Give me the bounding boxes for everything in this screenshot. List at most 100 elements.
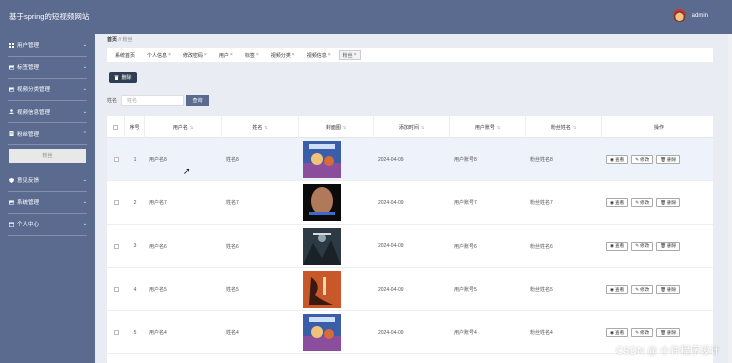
sort-icon[interactable]: ⇅: [497, 125, 500, 130]
sort-icon[interactable]: ⇅: [573, 125, 576, 130]
sort-icon[interactable]: ⇅: [421, 125, 424, 130]
tab-change-password[interactable]: 修改密码 ×: [179, 50, 211, 60]
submenu-item-fans[interactable]: 粉丝: [9, 148, 86, 163]
edit-button[interactable]: ✎ 修改: [631, 328, 654, 338]
sidebar-item-video-category[interactable]: 视频分类管理 ⌄: [0, 78, 95, 101]
view-button[interactable]: ◉ 查看: [606, 285, 629, 295]
cover-image[interactable]: [303, 141, 341, 179]
row-delete-button[interactable]: 🗑 删除: [656, 198, 681, 208]
table-row[interactable]: 2 用户名7 姓名7 2024-04-09 用户账号7 粉丝姓名7 ◉ 查看 ✎ 修改 🗑 删除: [107, 181, 713, 225]
close-icon[interactable]: ×: [354, 52, 357, 58]
view-button[interactable]: ◉ 查看: [606, 155, 629, 165]
close-icon[interactable]: ×: [204, 52, 207, 58]
delete-button[interactable]: 删除: [109, 72, 137, 83]
cover-image[interactable]: [303, 184, 341, 222]
table-row[interactable]: 1 用户名8 姓名8 2024-04-09 用户账号8 粉丝姓名8 ◉ 查看 ✎ 修改 🗑 删除: [107, 138, 713, 182]
tab-users[interactable]: 用户 ×: [215, 50, 237, 60]
row-index: 2: [133, 199, 137, 206]
row-index: 1: [133, 156, 137, 163]
view-button[interactable]: ◉ 查看: [606, 328, 629, 338]
tab-profile[interactable]: 个人信息 ×: [143, 50, 175, 60]
view-button[interactable]: ◉ 查看: [606, 241, 629, 251]
row-delete-button[interactable]: 🗑 删除: [656, 285, 681, 295]
row-checkbox[interactable]: [113, 243, 119, 249]
edit-label: 修改: [640, 199, 650, 205]
column-header: 序号: [125, 116, 145, 138]
row-checkbox[interactable]: [113, 157, 119, 163]
cell-fan-name: 粉丝姓名6: [530, 243, 553, 250]
row-index: 5: [133, 329, 137, 336]
row-delete-button[interactable]: 🗑 删除: [656, 241, 681, 251]
close-icon[interactable]: ×: [292, 52, 295, 58]
sort-icon[interactable]: ⇅: [343, 125, 346, 130]
close-icon[interactable]: ×: [256, 52, 259, 58]
row-checkbox[interactable]: [113, 200, 119, 206]
table-row[interactable]: 3 用户名6 姓名6 2024-04-09 用户账号6 粉丝姓名6 ◉ 查看 ✎ 修改 🗑 删除: [107, 225, 713, 268]
close-icon[interactable]: ×: [230, 52, 233, 58]
sidebar-item-profile[interactable]: 个人中心 ⌄: [0, 213, 95, 236]
sidebar-item-system[interactable]: 系统管理 ⌄: [0, 191, 95, 214]
row-checkbox[interactable]: [113, 330, 119, 336]
cover-image[interactable]: [303, 314, 341, 352]
sidebar-item-fans[interactable]: 粉丝管理 ⌃: [0, 123, 95, 146]
tab-system-home[interactable]: 系统首页: [111, 50, 139, 60]
row-checkbox[interactable]: [113, 287, 119, 293]
column-header[interactable]: 用户账号 ⇅: [450, 116, 526, 138]
view-button[interactable]: ◉ 查看: [606, 198, 629, 208]
row-delete-button[interactable]: 🗑 删除: [656, 328, 681, 338]
search-button[interactable]: 查询: [186, 95, 210, 106]
avatar[interactable]: [672, 9, 686, 22]
tab-video-category[interactable]: 视频分类 ×: [267, 50, 299, 60]
column-header[interactable]: 姓名 ⇅: [222, 116, 299, 138]
column-header-label: 姓名: [252, 124, 263, 131]
column-header[interactable]: 添加时间 ⇅: [374, 116, 450, 138]
close-icon[interactable]: ×: [168, 52, 171, 58]
chevron-down-icon: ⌄: [82, 199, 87, 206]
edit-button[interactable]: ✎ 修改: [631, 155, 654, 165]
search-input[interactable]: 姓名: [121, 95, 185, 106]
tab-video-info[interactable]: 视频信息 ×: [303, 50, 335, 60]
sidebar-item-video-info[interactable]: 视频信息管理 ⌄: [0, 101, 95, 123]
edit-button[interactable]: ✎ 修改: [631, 198, 654, 208]
top-header: 基于spring的短视频网站 admin: [0, 0, 732, 34]
sort-icon[interactable]: ⇅: [264, 125, 267, 130]
tab-fans[interactable]: 粉丝 ×: [338, 50, 361, 60]
edit-label: 修改: [640, 286, 650, 292]
column-header[interactable]: 用户名 ⇅: [145, 116, 222, 138]
row-select-cell[interactable]: [107, 225, 125, 268]
sidebar-item-feedback[interactable]: 意见反馈 ⌄: [0, 169, 95, 192]
column-header[interactable]: 粉丝姓名 ⇅: [526, 116, 602, 138]
row-select-cell[interactable]: [107, 311, 125, 354]
cell-fan-name: 粉丝姓名7: [530, 200, 553, 207]
breadcrumb: 首页 // 粉丝: [107, 36, 133, 43]
cover-image[interactable]: [303, 271, 341, 309]
sidebar-item-label: 视频分类管理: [17, 87, 51, 94]
row-select-cell[interactable]: [107, 268, 125, 311]
close-icon[interactable]: ×: [328, 52, 331, 58]
cell-cover: [299, 181, 374, 224]
sidebar-item-tags[interactable]: 标签管理 ⌄: [0, 56, 95, 79]
row-select-cell[interactable]: [107, 181, 125, 224]
table-row[interactable]: 4 用户名5 姓名5 2024-04-09 用户账号5 粉丝姓名5 ◉ 查看 ✎ 修改 🗑 删除: [107, 268, 713, 312]
tab-label: 系统首页: [115, 52, 136, 59]
column-header[interactable]: 封面图 ⇅: [299, 116, 374, 138]
user-area[interactable]: admin: [672, 9, 708, 22]
delete-label: 删除: [667, 156, 677, 162]
edit-button[interactable]: ✎ 修改: [631, 241, 654, 251]
cell-cover: [299, 311, 374, 354]
edit-button[interactable]: ✎ 修改: [631, 285, 654, 295]
tab-tags[interactable]: 标签 ×: [241, 50, 263, 60]
select-all-cell[interactable]: [107, 116, 125, 138]
sidebar-item-users[interactable]: 用户管理 ⌄: [0, 34, 95, 57]
search-row: 姓名 姓名 查询: [107, 95, 210, 106]
breadcrumb-separator: //: [118, 37, 122, 43]
breadcrumb-home[interactable]: 首页: [107, 37, 117, 43]
row-select-cell[interactable]: [107, 138, 125, 181]
username[interactable]: admin: [692, 13, 708, 19]
cover-image[interactable]: [303, 227, 341, 265]
column-header-label: 封面图: [325, 124, 341, 131]
scrollbar[interactable]: [728, 34, 732, 363]
sort-icon[interactable]: ⇅: [190, 125, 193, 130]
select-all-checkbox[interactable]: [113, 124, 118, 130]
row-delete-button[interactable]: 🗑 删除: [656, 155, 681, 165]
